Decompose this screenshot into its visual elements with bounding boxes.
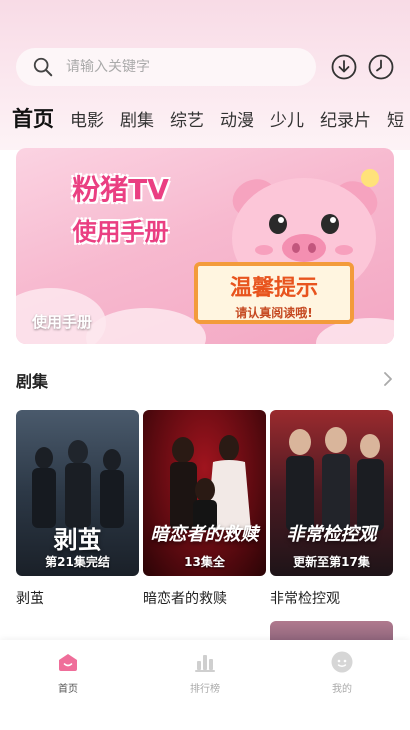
poster-image: 非常检控观 更新至第17集 xyxy=(270,410,393,576)
section-title: 剧集 xyxy=(16,372,49,391)
tab-kids[interactable]: 少儿 xyxy=(270,106,304,131)
poster-figures xyxy=(32,440,124,528)
nav-home[interactable]: 首页 xyxy=(33,650,103,695)
nav-label: 排行榜 xyxy=(190,684,220,695)
notice-sign: 温馨提示 请认真阅读哦! xyxy=(194,262,354,324)
banner-caption: 使用手册 xyxy=(32,313,93,331)
promo-banner[interactable]: 粉猪TV 使用手册 温馨提示 请认真阅读哦! 使用手册 xyxy=(16,148,394,344)
poster-image: 剥茧 第21集完结 xyxy=(16,410,139,576)
tab-documentary[interactable]: 纪录片 xyxy=(320,106,371,131)
home-icon xyxy=(59,654,77,671)
episode-badge: 更新至第17集 xyxy=(293,555,370,569)
sign-title: 温馨提示 xyxy=(229,276,318,301)
episode-badge: 第21集完结 xyxy=(45,555,110,569)
card-title: 剥茧 xyxy=(16,591,44,607)
clock-icon[interactable] xyxy=(368,54,394,80)
episode-badge: 13集全 xyxy=(184,555,225,569)
nav-ranking[interactable]: 排行榜 xyxy=(170,650,240,695)
tab-home[interactable]: 首页 xyxy=(12,103,54,133)
search-box[interactable] xyxy=(16,48,316,86)
bottom-navigation: 首页 排行榜 我的 xyxy=(0,640,410,730)
tab-series[interactable]: 剧集 xyxy=(120,106,154,131)
nav-label: 首页 xyxy=(58,684,78,695)
poster-title: 剥茧 xyxy=(53,526,102,554)
poster-title: 暗恋者的救赎 xyxy=(150,524,259,545)
nav-label: 我的 xyxy=(332,684,352,695)
series-section-header: 剧集 xyxy=(16,368,394,392)
search-icon xyxy=(33,57,53,77)
download-icon[interactable] xyxy=(331,54,357,80)
series-card[interactable]: 暗恋者的救赎 13集全 暗恋者的救赎 xyxy=(143,410,266,608)
banner-title: 粉猪TV 使用手册 xyxy=(38,168,203,247)
poster-title: 非常检控观 xyxy=(286,524,377,545)
card-title: 非常检控观 xyxy=(270,591,340,607)
card-title: 暗恋者的救赎 xyxy=(143,591,227,607)
search-row xyxy=(0,48,410,88)
poster-figures xyxy=(286,427,384,531)
ranking-icon xyxy=(195,655,215,672)
tab-short[interactable]: 短 xyxy=(387,106,404,131)
series-card[interactable]: 非常检控观 更新至第17集 非常检控观 xyxy=(270,410,393,608)
chevron-right-icon[interactable] xyxy=(382,370,394,388)
tab-variety[interactable]: 综艺 xyxy=(170,106,204,131)
poster-figures xyxy=(170,435,251,530)
nav-profile[interactable]: 我的 xyxy=(307,650,377,695)
tab-anime[interactable]: 动漫 xyxy=(220,106,254,131)
tab-movies[interactable]: 电影 xyxy=(70,106,104,131)
series-card[interactable]: 剥茧 第21集完结 剥茧 xyxy=(16,410,139,608)
profile-icon xyxy=(331,651,353,673)
search-input[interactable] xyxy=(66,59,286,75)
category-tabs: 首页 电影 剧集 综艺 动漫 少儿 纪录片 短 xyxy=(0,100,410,136)
poster-image: 暗恋者的救赎 13集全 xyxy=(143,410,266,576)
banner-title-line2: 使用手册 xyxy=(72,218,169,246)
sign-subtitle: 请认真阅读哦! xyxy=(235,306,313,320)
banner-title-line1: 粉猪TV xyxy=(72,173,169,206)
series-card-list: 剥茧 第21集完结 剥茧 暗恋者的救赎 13集全 暗恋者的救赎 非常检控观 更新… xyxy=(16,410,410,610)
